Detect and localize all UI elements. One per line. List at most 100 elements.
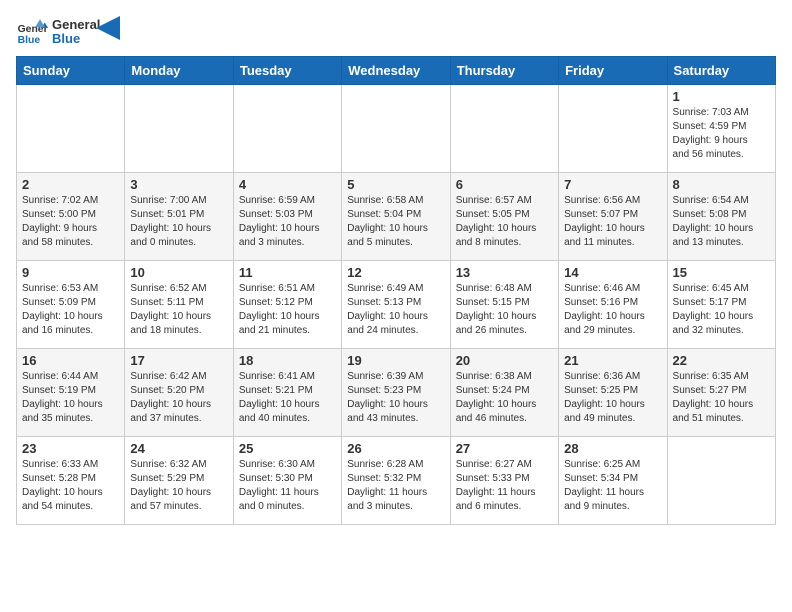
day-info: Sunrise: 7:03 AM Sunset: 4:59 PM Dayligh… — [673, 106, 770, 162]
calendar-cell: 3 Sunrise: 7:00 AM Sunset: 5:01 PM Daylig… — [125, 173, 233, 261]
day-info: Sunrise: 6:52 AM Sunset: 5:11 PM Dayligh… — [130, 282, 227, 338]
day-number: 7 — [564, 177, 661, 192]
day-number: 16 — [22, 353, 119, 368]
calendar-cell: 28 Sunrise: 6:25 AM Sunset: 5:34 PM Dayli… — [559, 437, 667, 525]
calendar-cell: 6 Sunrise: 6:57 AM Sunset: 5:05 PM Daylig… — [450, 173, 558, 261]
day-info: Sunrise: 6:42 AM Sunset: 5:20 PM Dayligh… — [130, 370, 227, 426]
day-number: 15 — [673, 265, 770, 280]
day-info: Sunrise: 6:32 AM Sunset: 5:29 PM Dayligh… — [130, 458, 227, 514]
calendar-cell: 22 Sunrise: 6:35 AM Sunset: 5:27 PM Dayli… — [667, 349, 775, 437]
day-number: 19 — [347, 353, 444, 368]
calendar-cell: 15 Sunrise: 6:45 AM Sunset: 5:17 PM Dayli… — [667, 261, 775, 349]
calendar-cell — [559, 85, 667, 173]
calendar-cell: 13Sunrise: 6:48 AM Sunset: 5:15 PM Dayli… — [450, 261, 558, 349]
day-info: Sunrise: 6:58 AM Sunset: 5:04 PM Dayligh… — [347, 194, 444, 250]
weekday-header-saturday: Saturday — [667, 57, 775, 85]
calendar-cell: 10 Sunrise: 6:52 AM Sunset: 5:11 PM Dayli… — [125, 261, 233, 349]
calendar-cell: 23 Sunrise: 6:33 AM Sunset: 5:28 PM Dayli… — [17, 437, 125, 525]
day-info: Sunrise: 6:38 AM Sunset: 5:24 PM Dayligh… — [456, 370, 553, 426]
day-number: 12 — [347, 265, 444, 280]
day-info: Sunrise: 6:36 AM Sunset: 5:25 PM Dayligh… — [564, 370, 661, 426]
day-info: Sunrise: 6:44 AM Sunset: 5:19 PM Dayligh… — [22, 370, 119, 426]
day-info: Sunrise: 6:30 AM Sunset: 5:30 PM Dayligh… — [239, 458, 336, 514]
day-info: Sunrise: 6:33 AM Sunset: 5:28 PM Dayligh… — [22, 458, 119, 514]
calendar-week-4: 16 Sunrise: 6:44 AM Sunset: 5:19 PM Dayli… — [17, 349, 776, 437]
day-number: 25 — [239, 441, 336, 456]
calendar-cell: 24 Sunrise: 6:32 AM Sunset: 5:29 PM Dayli… — [125, 437, 233, 525]
calendar-cell: 11 Sunrise: 6:51 AM Sunset: 5:12 PM Dayli… — [233, 261, 341, 349]
day-number: 23 — [22, 441, 119, 456]
day-number: 10 — [130, 265, 227, 280]
calendar-cell: 1 Sunrise: 7:03 AM Sunset: 4:59 PM Daylig… — [667, 85, 775, 173]
day-info: Sunrise: 6:51 AM Sunset: 5:12 PM Dayligh… — [239, 282, 336, 338]
calendar-cell — [17, 85, 125, 173]
logo: General Blue General Blue — [16, 16, 120, 48]
day-info: Sunrise: 6:35 AM Sunset: 5:27 PM Dayligh… — [673, 370, 770, 426]
calendar-cell: 8Sunrise: 6:54 AM Sunset: 5:08 PM Daylig… — [667, 173, 775, 261]
logo-arrow-icon — [96, 16, 120, 40]
calendar-week-2: 2 Sunrise: 7:02 AM Sunset: 5:00 PM Daylig… — [17, 173, 776, 261]
logo-blue: Blue — [52, 32, 100, 46]
day-info: Sunrise: 6:27 AM Sunset: 5:33 PM Dayligh… — [456, 458, 553, 514]
day-info: Sunrise: 6:45 AM Sunset: 5:17 PM Dayligh… — [673, 282, 770, 338]
calendar-week-5: 23 Sunrise: 6:33 AM Sunset: 5:28 PM Dayli… — [17, 437, 776, 525]
calendar-cell: 7 Sunrise: 6:56 AM Sunset: 5:07 PM Daylig… — [559, 173, 667, 261]
day-info: Sunrise: 6:59 AM Sunset: 5:03 PM Dayligh… — [239, 194, 336, 250]
day-number: 2 — [22, 177, 119, 192]
day-number: 4 — [239, 177, 336, 192]
calendar-cell: 18 Sunrise: 6:41 AM Sunset: 5:21 PM Dayli… — [233, 349, 341, 437]
calendar-cell: 21 Sunrise: 6:36 AM Sunset: 5:25 PM Dayli… — [559, 349, 667, 437]
calendar-cell: 2 Sunrise: 7:02 AM Sunset: 5:00 PM Daylig… — [17, 173, 125, 261]
day-number: 20 — [456, 353, 553, 368]
calendar-cell: 25 Sunrise: 6:30 AM Sunset: 5:30 PM Dayli… — [233, 437, 341, 525]
weekday-header-sunday: Sunday — [17, 57, 125, 85]
day-info: Sunrise: 7:00 AM Sunset: 5:01 PM Dayligh… — [130, 194, 227, 250]
calendar-cell: 19 Sunrise: 6:39 AM Sunset: 5:23 PM Dayli… — [342, 349, 450, 437]
day-number: 26 — [347, 441, 444, 456]
day-number: 8 — [673, 177, 770, 192]
day-info: Sunrise: 7:02 AM Sunset: 5:00 PM Dayligh… — [22, 194, 119, 250]
weekday-header-monday: Monday — [125, 57, 233, 85]
calendar-cell — [667, 437, 775, 525]
weekday-header-tuesday: Tuesday — [233, 57, 341, 85]
calendar-cell: 20 Sunrise: 6:38 AM Sunset: 5:24 PM Dayli… — [450, 349, 558, 437]
day-info: Sunrise: 6:46 AM Sunset: 5:16 PM Dayligh… — [564, 282, 661, 338]
calendar-cell — [125, 85, 233, 173]
calendar-cell — [342, 85, 450, 173]
day-info: Sunrise: 6:56 AM Sunset: 5:07 PM Dayligh… — [564, 194, 661, 250]
day-number: 28 — [564, 441, 661, 456]
day-info: Sunrise: 6:25 AM Sunset: 5:34 PM Dayligh… — [564, 458, 661, 514]
day-number: 11 — [239, 265, 336, 280]
day-number: 21 — [564, 353, 661, 368]
day-info: Sunrise: 6:49 AM Sunset: 5:13 PM Dayligh… — [347, 282, 444, 338]
day-info: Sunrise: 6:39 AM Sunset: 5:23 PM Dayligh… — [347, 370, 444, 426]
day-number: 18 — [239, 353, 336, 368]
calendar-cell: 27Sunrise: 6:27 AM Sunset: 5:33 PM Dayli… — [450, 437, 558, 525]
calendar-week-3: 9 Sunrise: 6:53 AM Sunset: 5:09 PM Daylig… — [17, 261, 776, 349]
day-number: 6 — [456, 177, 553, 192]
calendar-week-1: 1 Sunrise: 7:03 AM Sunset: 4:59 PM Daylig… — [17, 85, 776, 173]
day-info: Sunrise: 6:28 AM Sunset: 5:32 PM Dayligh… — [347, 458, 444, 514]
day-number: 24 — [130, 441, 227, 456]
day-info: Sunrise: 6:41 AM Sunset: 5:21 PM Dayligh… — [239, 370, 336, 426]
calendar-cell: 14 Sunrise: 6:46 AM Sunset: 5:16 PM Dayli… — [559, 261, 667, 349]
day-number: 3 — [130, 177, 227, 192]
day-number: 5 — [347, 177, 444, 192]
day-info: Sunrise: 6:57 AM Sunset: 5:05 PM Dayligh… — [456, 194, 553, 250]
calendar-cell — [450, 85, 558, 173]
day-number: 22 — [673, 353, 770, 368]
weekday-header-row: SundayMondayTuesdayWednesdayThursdayFrid… — [17, 57, 776, 85]
weekday-header-friday: Friday — [559, 57, 667, 85]
weekday-header-wednesday: Wednesday — [342, 57, 450, 85]
day-number: 1 — [673, 89, 770, 104]
svg-text:Blue: Blue — [18, 35, 41, 46]
day-info: Sunrise: 6:48 AM Sunset: 5:15 PM Dayligh… — [456, 282, 553, 338]
day-number: 14 — [564, 265, 661, 280]
calendar-cell: 17 Sunrise: 6:42 AM Sunset: 5:20 PM Dayli… — [125, 349, 233, 437]
day-number: 17 — [130, 353, 227, 368]
weekday-header-thursday: Thursday — [450, 57, 558, 85]
calendar-cell: 26 Sunrise: 6:28 AM Sunset: 5:32 PM Dayli… — [342, 437, 450, 525]
day-info: Sunrise: 6:53 AM Sunset: 5:09 PM Dayligh… — [22, 282, 119, 338]
day-number: 9 — [22, 265, 119, 280]
logo-general: General — [52, 18, 100, 32]
